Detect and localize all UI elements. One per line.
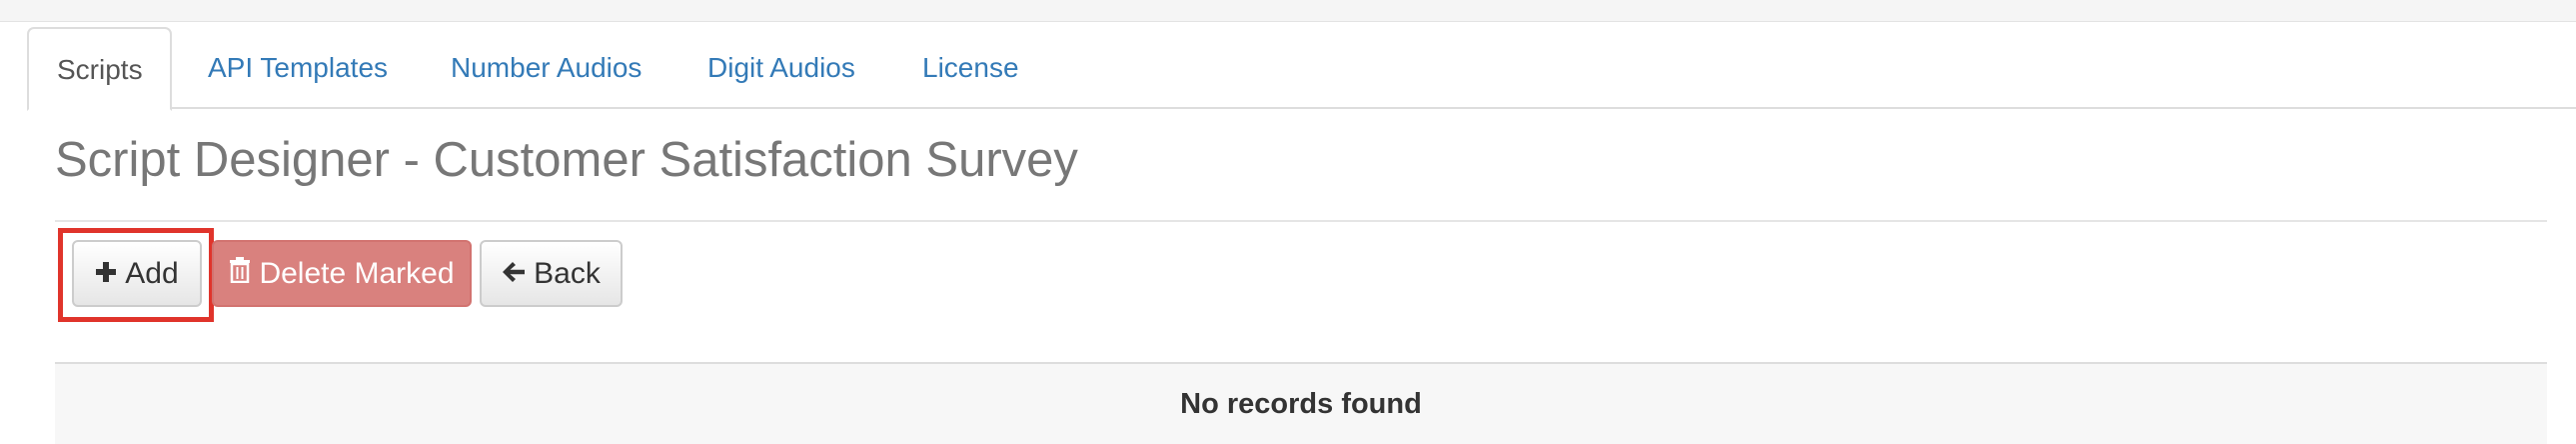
- back-button-label: Back: [534, 257, 601, 290]
- delete-marked-button[interactable]: Delete Marked: [212, 240, 472, 307]
- delete-marked-button-label: Delete Marked: [259, 257, 455, 290]
- tab-bar: Scripts API Templates Number Audios Digi…: [27, 27, 2576, 111]
- plus-icon: [95, 242, 117, 305]
- tab-license[interactable]: License: [922, 27, 1019, 109]
- add-button-label: Add: [125, 257, 179, 290]
- add-button[interactable]: Add: [72, 240, 202, 307]
- tab-label: License: [922, 52, 1019, 83]
- tab-label: Scripts: [57, 54, 143, 85]
- trash-icon: [229, 242, 251, 305]
- empty-message: No records found: [1180, 388, 1422, 420]
- divider: [55, 220, 2547, 222]
- back-button[interactable]: Back: [480, 240, 623, 307]
- tab-api-templates[interactable]: API Templates: [208, 27, 388, 109]
- records-table: No records found: [55, 362, 2547, 444]
- page-title: Script Designer - Customer Satisfaction …: [55, 133, 1078, 187]
- tab-label: API Templates: [208, 52, 389, 83]
- arrow-left-icon: [502, 242, 526, 305]
- tab-number-audios[interactable]: Number Audios: [451, 27, 642, 109]
- top-bar: [0, 0, 2576, 22]
- tab-digit-audios[interactable]: Digit Audios: [707, 27, 855, 109]
- tab-label: Number Audios: [451, 52, 643, 83]
- tab-scripts[interactable]: Scripts: [27, 27, 172, 111]
- tab-label: Digit Audios: [707, 52, 855, 83]
